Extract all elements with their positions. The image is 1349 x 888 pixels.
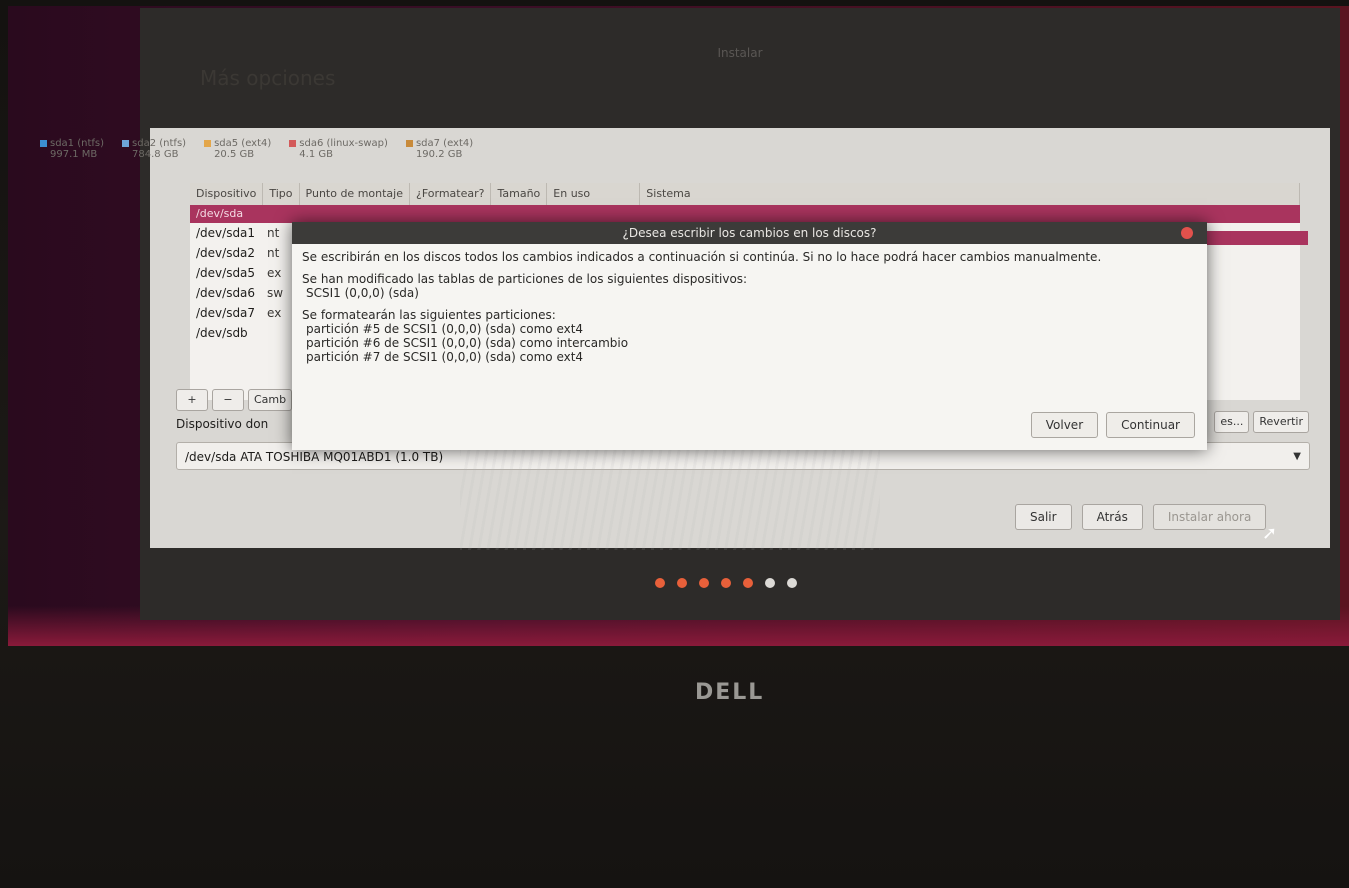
legend-name: sda1 (ntfs): [50, 138, 105, 149]
progress-dot: [655, 578, 665, 588]
dialog-format-heading: Se formatearán las siguientes particione…: [302, 308, 556, 322]
table-row-selected[interactable]: /dev/sda: [190, 205, 1300, 223]
dialog-back-button[interactable]: Volver: [1030, 412, 1099, 438]
legend-swatch: [405, 139, 413, 147]
change-partition-button[interactable]: Camb: [248, 389, 293, 411]
progress-dot: [699, 578, 709, 588]
partition-toolbar: + − Camb: [176, 389, 293, 411]
installer-nav: Salir Atrás Instalar ahora: [1015, 504, 1267, 530]
bootloader-label: Dispositivo don: [176, 417, 269, 431]
row-device: /dev/sda6: [196, 286, 256, 300]
progress-dots: [655, 578, 797, 588]
dialog-title: ¿Desea escribir los cambios en los disco…: [622, 226, 877, 240]
column-device[interactable]: Dispositivo: [190, 183, 264, 205]
back-button[interactable]: Atrás: [1081, 504, 1143, 530]
column-type[interactable]: Tipo: [263, 183, 300, 205]
dialog-body: Se escribirán en los discos todos los ca…: [292, 244, 1207, 370]
row-device: /dev/sda1: [196, 226, 256, 240]
progress-dot: [743, 578, 753, 588]
mouse-pointer-icon: ➚: [1262, 523, 1278, 544]
bootloader-selected-value: /dev/sda ATA TOSHIBA MQ01ABD1 (1.0 TB): [185, 450, 444, 464]
progress-dot: [787, 578, 797, 588]
legend-item: sda5 (ext4) 20.5 GB: [204, 138, 271, 174]
install-now-button[interactable]: Instalar ahora: [1152, 504, 1267, 530]
row-type: nt: [267, 226, 280, 240]
row-device: /dev/sda5: [196, 266, 256, 280]
chevron-down-icon: ▼: [1293, 451, 1301, 462]
partition-actions: es... Revertir: [1214, 411, 1309, 433]
dialog-partition-item: partición #7 de SCSI1 (0,0,0) (sda) como…: [306, 350, 584, 364]
legend-name: sda5 (ext4): [214, 138, 272, 149]
legend-name: sda6 (linux-swap): [299, 138, 388, 149]
selected-row-highlight: [1206, 231, 1308, 245]
legend-size: 190.2 GB: [415, 149, 463, 160]
column-format[interactable]: ¿Formatear?: [410, 183, 492, 205]
page-heading: Más opciones: [200, 66, 336, 90]
row-type: sw: [267, 286, 284, 300]
dialog-partition-item: partición #5 de SCSI1 (0,0,0) (sda) como…: [306, 322, 584, 336]
dialog-modified-tables-text: Se han modificado las tablas de particio…: [302, 272, 748, 286]
legend-swatch: [204, 139, 212, 147]
row-type: ex: [267, 306, 282, 320]
legend-item: sda6 (linux-swap) 4.1 GB: [289, 138, 388, 174]
window-title: Instalar: [717, 46, 763, 60]
column-system[interactable]: Sistema: [640, 183, 1300, 205]
add-partition-button[interactable]: +: [176, 389, 208, 411]
progress-dot: [765, 578, 775, 588]
dell-logo: DELL: [695, 680, 765, 705]
legend-name: sda2 (ntfs): [132, 138, 187, 149]
legend-swatch: [40, 139, 47, 147]
progress-dot: [721, 578, 731, 588]
dialog-continue-button[interactable]: Continuar: [1106, 412, 1195, 438]
progress-dot: [677, 578, 687, 588]
partition-table-header: Dispositivo Tipo Punto de montaje ¿Forma…: [190, 183, 1300, 206]
row-type: nt: [267, 246, 280, 260]
legend-item: sda7 (ext4) 190.2 GB: [405, 138, 474, 174]
quit-button[interactable]: Salir: [1015, 504, 1072, 530]
new-table-button[interactable]: es...: [1214, 411, 1250, 433]
legend-item: sda2 (ntfs) 784.8 GB: [122, 138, 186, 174]
legend-swatch: [289, 139, 297, 147]
dialog-buttons: Volver Continuar: [1030, 412, 1195, 438]
remove-partition-button[interactable]: −: [212, 389, 244, 411]
partition-legend: sda1 (ntfs) 997.1 MB sda2 (ntfs) 784.8 G…: [40, 138, 820, 174]
legend-size: 20.5 GB: [214, 149, 255, 160]
row-device: /dev/sda2: [196, 246, 256, 260]
column-mount-point[interactable]: Punto de montaje: [300, 183, 410, 205]
confirm-dialog: ¿Desea escribir los cambios en los disco…: [292, 222, 1207, 450]
legend-size: 784.8 GB: [132, 149, 179, 160]
dialog-partition-item: partición #6 de SCSI1 (0,0,0) (sda) como…: [306, 336, 629, 350]
column-size[interactable]: Tamaño: [491, 183, 548, 205]
dialog-device-name: SCSI1 (0,0,0) (sda): [306, 286, 419, 300]
dialog-warning-text: Se escribirán en los discos todos los ca…: [302, 250, 1102, 264]
close-icon[interactable]: [1181, 227, 1193, 239]
legend-size: 4.1 GB: [299, 149, 333, 160]
row-device: /dev/sda7: [196, 306, 256, 320]
column-in-use[interactable]: En uso: [547, 183, 641, 205]
legend-item: sda1 (ntfs) 997.1 MB: [40, 138, 104, 174]
legend-swatch: [122, 139, 130, 147]
legend-name: sda7 (ext4): [415, 138, 474, 149]
revert-button[interactable]: Revertir: [1253, 411, 1309, 433]
row-device: /dev/sdb: [196, 326, 248, 340]
dialog-titlebar: ¿Desea escribir los cambios en los disco…: [292, 222, 1207, 244]
legend-size: 997.1 MB: [50, 149, 98, 160]
row-type: ex: [267, 266, 282, 280]
